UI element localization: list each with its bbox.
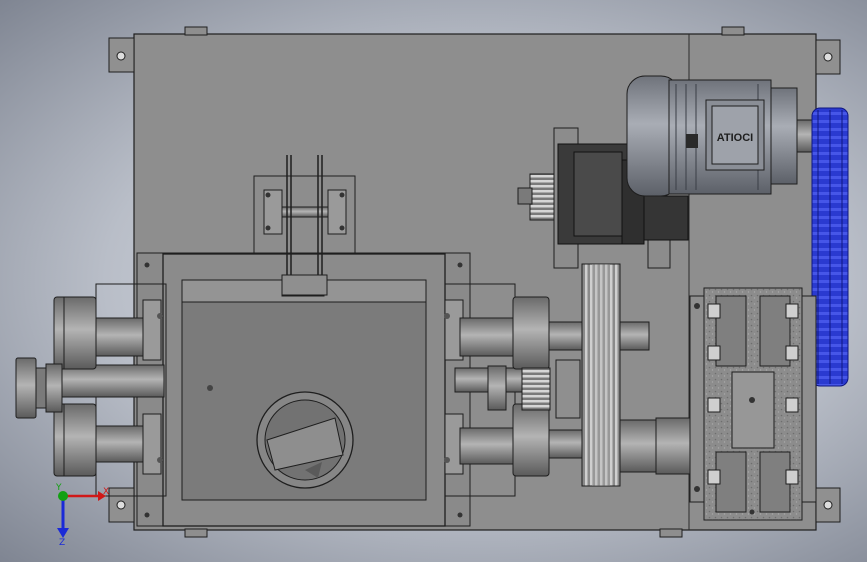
output-coupling[interactable]: [619, 417, 699, 475]
cad-viewport[interactable]: ATIOCI X Y Z: [0, 0, 867, 562]
outlet-port[interactable]: [256, 391, 354, 489]
bearing-disc: [512, 296, 550, 370]
motor-shaft: [796, 119, 814, 153]
reduction-gearbox[interactable]: [689, 287, 817, 521]
left-bearing-assembly[interactable]: [15, 283, 167, 497]
coordinate-triad: X Y Z: [55, 483, 109, 548]
bearing-disc: [53, 403, 97, 477]
z-axis-head: [57, 528, 69, 538]
frame-lug: [184, 26, 208, 36]
housing-bolt: [207, 385, 213, 391]
housing-bolt: [457, 262, 463, 268]
mounting-foot: [815, 487, 841, 523]
mounting-foot: [815, 39, 841, 75]
electric-motor[interactable]: ATIOCI: [626, 75, 814, 197]
frame-lug: [184, 528, 208, 538]
shaft: [59, 364, 165, 398]
large-spur-gear[interactable]: [581, 263, 621, 487]
motor-nameplate: ATIOCI: [717, 132, 753, 144]
x-axis-label: X: [103, 487, 109, 497]
small-sprocket: [521, 367, 551, 411]
housing-bolt: [144, 512, 150, 518]
motor-front-flange: [770, 87, 798, 185]
frame-lug: [659, 528, 683, 538]
housing-bolt: [457, 512, 463, 518]
v-belt[interactable]: [811, 107, 849, 387]
motor-sprocket: [529, 173, 555, 221]
y-axis-label: Y: [55, 483, 62, 493]
shaft: [459, 317, 519, 357]
mounting-foot: [108, 37, 135, 73]
z-axis-label: Z: [59, 538, 65, 548]
bearing-disc: [53, 296, 97, 370]
mounting-foot: [108, 487, 135, 523]
housing-bolt: [144, 262, 150, 268]
drive-pulley[interactable]: [15, 357, 63, 419]
frame-lug: [721, 26, 745, 36]
shaft: [459, 427, 519, 465]
bearing-disc: [512, 403, 550, 477]
